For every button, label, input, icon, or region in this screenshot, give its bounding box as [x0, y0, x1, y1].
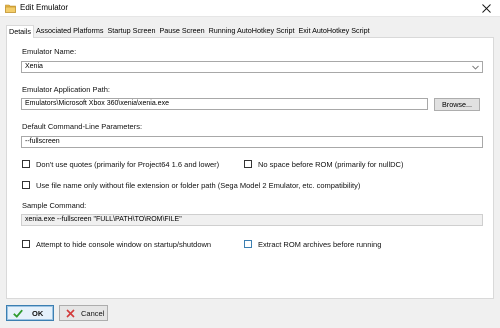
tab-label: Startup Screen	[107, 26, 156, 35]
app-path-label: Emulator Application Path:	[22, 85, 110, 94]
emulator-name-dropdown[interactable]: Xenia	[21, 61, 483, 73]
tab-label: Running AutoHotkey Script	[208, 26, 295, 35]
hide-console-checkbox[interactable]	[22, 240, 30, 248]
hide-console-label: Attempt to hide console window on startu…	[36, 239, 212, 249]
hide-console-option[interactable]: Attempt to hide console window on startu…	[22, 239, 211, 249]
folder-icon	[5, 4, 16, 13]
no-space-before-rom-option[interactable]: No space before ROM (primarily for nullD…	[244, 159, 403, 169]
tab-details[interactable]: Details	[6, 25, 34, 38]
no-space-before-rom-checkbox[interactable]	[244, 160, 252, 168]
ok-label: OK	[32, 308, 44, 318]
extract-rom-option[interactable]: Extract ROM archives before running	[244, 239, 381, 249]
cmd-params-label: Default Command-Line Parameters:	[22, 122, 143, 131]
cmd-params-value: --fullscreen	[25, 138, 60, 145]
dont-use-quotes-label: Don't use quotes (primarily for Project6…	[36, 159, 220, 169]
close-button[interactable]	[474, 1, 498, 16]
tab-label: Exit AutoHotkey Script	[298, 26, 370, 35]
browse-button[interactable]: Browse...	[434, 98, 480, 111]
dont-use-quotes-option[interactable]: Don't use quotes (primarily for Project6…	[22, 159, 219, 169]
cmd-params-input[interactable]: --fullscreen	[21, 136, 483, 148]
dont-use-quotes-checkbox[interactable]	[22, 160, 30, 168]
tab-associated-platforms[interactable]: Associated Platforms	[34, 25, 106, 37]
sample-command-label: Sample Command:	[22, 201, 87, 210]
tab-strip: Details Associated Platforms Startup Scr…	[6, 25, 372, 38]
no-space-before-rom-label: No space before ROM (primarily for nullD…	[258, 159, 404, 169]
browse-label: Browse...	[442, 100, 472, 109]
extract-rom-checkbox[interactable]	[244, 240, 252, 248]
details-panel: Emulator Name: Xenia Emulator Applicatio…	[6, 37, 494, 299]
tab-label: Associated Platforms	[35, 26, 104, 35]
tab-startup-screen[interactable]: Startup Screen	[106, 25, 158, 37]
ok-button[interactable]: OK	[6, 305, 54, 321]
dialog-footer: OK Cancel	[0, 299, 500, 328]
tab-pause-screen[interactable]: Pause Screen	[157, 25, 206, 37]
extract-rom-label: Extract ROM archives before running	[258, 239, 382, 249]
file-name-only-option[interactable]: Use file name only without file extensio…	[22, 180, 360, 190]
x-icon	[66, 308, 75, 318]
file-name-only-label: Use file name only without file extensio…	[36, 180, 361, 190]
cancel-label: Cancel	[81, 308, 105, 318]
app-path-value: Emulators\Microsoft Xbox 360\xenia\xenia…	[25, 100, 169, 107]
tab-exit-autohotkey-script[interactable]: Exit AutoHotkey Script	[297, 25, 372, 37]
sample-command-value: xenia.exe --fullscreen "FULL\PATH\TO\ROM…	[25, 216, 182, 223]
cancel-button[interactable]: Cancel	[59, 305, 108, 321]
title-bar: Edit Emulator	[0, 0, 500, 17]
sample-command-field: xenia.exe --fullscreen "FULL\PATH\TO\ROM…	[21, 214, 483, 226]
emulator-name-label: Emulator Name:	[22, 47, 77, 56]
app-path-input[interactable]: Emulators\Microsoft Xbox 360\xenia\xenia…	[21, 98, 428, 110]
close-icon	[481, 4, 491, 13]
chevron-down-icon	[472, 65, 479, 70]
tab-running-autohotkey-script[interactable]: Running AutoHotkey Script	[207, 25, 297, 37]
emulator-name-value: Xenia	[25, 63, 43, 70]
file-name-only-checkbox[interactable]	[22, 181, 30, 189]
tab-label: Details	[9, 27, 31, 36]
checkmark-icon	[13, 309, 23, 318]
tab-label: Pause Screen	[159, 26, 205, 35]
window-title: Edit Emulator	[20, 3, 69, 12]
